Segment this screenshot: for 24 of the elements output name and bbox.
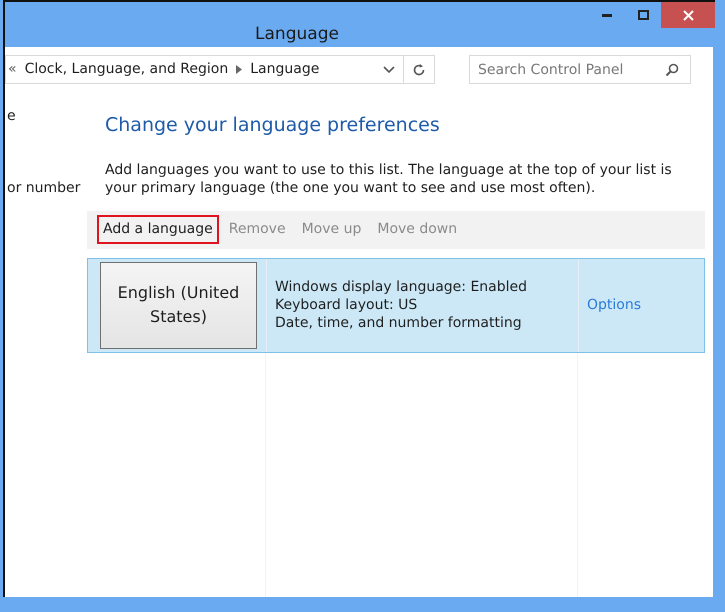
page-heading: Change your language preferences — [105, 114, 441, 137]
toolbar-button[interactable]: Add a language — [97, 215, 219, 244]
search-field[interactable]: Search Control Panel — [469, 55, 691, 84]
sidebar-link[interactable]: or number — [7, 178, 80, 199]
language-tile[interactable]: English (United States) — [100, 262, 257, 349]
chevron-icon[interactable] — [236, 65, 242, 74]
close-icon — [682, 10, 694, 20]
refresh-icon[interactable] — [412, 62, 426, 76]
language-detail: Windows display language: Enabled — [275, 278, 528, 296]
overflow-chevron[interactable]: « — [8, 59, 17, 80]
address-bar[interactable]: « Clock, Language, and Region Language — [5, 55, 435, 84]
breadcrumb-link[interactable]: Clock, Language, and Region — [24, 59, 228, 80]
breadcrumb-link[interactable]: Language — [250, 59, 320, 80]
window-title: Language — [254, 23, 340, 46]
close-button[interactable] — [661, 2, 715, 28]
language-row[interactable]: English (United States) Windows display language: Enabled Keyboard layout: US Date, time, and number formatting Options — [87, 258, 705, 353]
search-icon[interactable] — [665, 63, 679, 77]
minimize-icon — [602, 14, 612, 16]
description-text: Add languages you want to use to this list. The language at the top of your list is your primary language (the one you want to see and use most often). — [105, 160, 673, 197]
maximize-icon — [638, 10, 648, 20]
language-detail: Date, time, and number formatting — [275, 314, 523, 332]
language-detail: Keyboard layout: US — [275, 296, 418, 314]
sidebar-link[interactable]: e — [7, 106, 16, 127]
dropdown-icon[interactable] — [383, 66, 395, 74]
